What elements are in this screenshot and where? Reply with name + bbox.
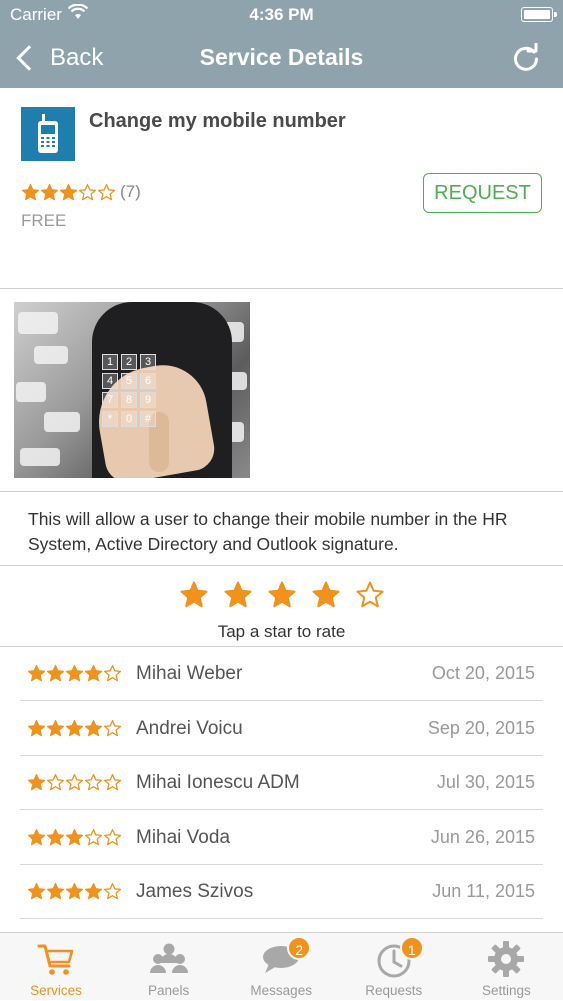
tab-bar: Services Panels Messages 2 Requests 1 Settings: [0, 932, 563, 1000]
mobile-phone-icon: [21, 107, 75, 161]
star-filled-icon: [46, 828, 65, 845]
refresh-icon: [514, 41, 538, 71]
top-bar: Carrier 4:36 PM Back Service Details: [0, 0, 563, 88]
star-empty-icon: [46, 773, 65, 791]
notification-badge: 1: [399, 936, 424, 960]
star-empty-icon: [103, 719, 122, 736]
star-empty-icon: [97, 183, 116, 200]
navigation-bar: Back Service Details: [0, 30, 563, 88]
review-stars: [27, 828, 122, 847]
review-stars: [27, 719, 122, 738]
divider: [0, 288, 563, 289]
keypad-graphic: 123 456 789 * 0 #: [102, 354, 156, 427]
review-row: Mihai Weber Oct 20, 2015: [20, 647, 543, 701]
refresh-button[interactable]: [511, 41, 541, 73]
star-empty-icon: [78, 183, 97, 200]
star-filled-icon: [46, 882, 65, 900]
reviewer-name: James Szivos: [136, 881, 254, 902]
star-empty-icon: [103, 664, 122, 682]
battery-icon: [521, 7, 557, 22]
star-empty-icon: [103, 882, 122, 900]
cart-icon: [36, 939, 76, 979]
review-stars: [27, 664, 122, 683]
star-filled-icon: [84, 719, 103, 736]
service-title: Change my mobile number: [89, 110, 346, 132]
star-filled-icon[interactable]: [311, 580, 341, 610]
price-label: FREE: [21, 211, 67, 230]
review-row: James Szivos Jun 11, 2015: [20, 865, 543, 919]
star-empty-icon: [65, 773, 84, 791]
rating-count: (7): [120, 182, 141, 201]
star-filled-icon: [46, 664, 65, 682]
reviewer-name: Mihai Weber: [136, 663, 243, 684]
star-filled-icon: [27, 719, 46, 736]
service-rating: (7): [21, 182, 141, 202]
star-empty-icon: [84, 828, 103, 845]
status-time: 4:36 PM: [249, 5, 314, 24]
tab-label: Services: [30, 983, 82, 998]
tab-label: Messages: [250, 983, 312, 998]
reviewer-name: Mihai Ionescu ADM: [136, 772, 300, 793]
star-filled-icon: [27, 882, 46, 900]
star-filled-icon: [84, 882, 103, 900]
divider: [0, 491, 563, 492]
review-date: Sep 20, 2015: [427, 717, 535, 738]
star-filled-icon: [46, 719, 65, 736]
request-button[interactable]: REQUEST: [423, 173, 542, 213]
star-filled-icon: [65, 882, 84, 900]
star-filled-icon: [27, 664, 46, 682]
people-icon: [149, 939, 189, 979]
star-filled-icon: [59, 183, 78, 200]
star-filled-icon: [27, 828, 46, 845]
tab-settings[interactable]: Settings: [450, 933, 562, 1001]
review-stars: [27, 882, 122, 901]
tab-panels[interactable]: Panels: [113, 933, 225, 1001]
reviewer-name: Mihai Voda: [136, 826, 231, 848]
tab-label: Settings: [482, 983, 531, 998]
review-row: Mihai Ionescu ADM Jul 30, 2015: [20, 756, 543, 810]
review-date: Jun 11, 2015: [432, 881, 535, 901]
rate-section: Tap a star to rate: [0, 566, 563, 646]
tab-requests[interactable]: Requests 1: [338, 933, 450, 1001]
review-row: Mihai Voda Jun 26, 2015: [20, 811, 543, 865]
reviewer-name: Andrei Voicu: [136, 717, 243, 739]
tab-label: Requests: [365, 983, 423, 998]
rate-stars[interactable]: [0, 580, 563, 610]
star-filled-icon: [27, 773, 46, 791]
gear-icon: [486, 939, 526, 979]
star-filled-icon[interactable]: [179, 580, 209, 610]
tab-label: Panels: [147, 983, 190, 998]
star-empty-icon: [84, 773, 103, 791]
star-filled-icon: [65, 664, 84, 682]
rate-hint: Tap a star to rate: [217, 622, 346, 641]
star-filled-icon: [65, 719, 84, 736]
star-filled-icon: [65, 828, 84, 845]
page-title: Service Details: [199, 44, 364, 70]
review-date: Jun 26, 2015: [430, 826, 535, 847]
star-filled-icon: [84, 664, 103, 682]
notification-badge: 2: [287, 936, 312, 960]
service-image: 123 456 789 * 0 #: [14, 302, 250, 478]
status-bar: Carrier 4:36 PM: [0, 0, 563, 30]
review-row: Andrei Voicu Sep 20, 2015: [20, 702, 543, 756]
star-filled-icon[interactable]: [267, 580, 297, 610]
service-description: This will allow a user to change their m…: [28, 509, 508, 554]
tab-messages[interactable]: Messages 2: [225, 933, 337, 1001]
tab-services[interactable]: Services: [0, 933, 112, 1001]
star-empty-icon[interactable]: [355, 580, 385, 610]
review-date: Oct 20, 2015: [431, 663, 535, 683]
star-filled-icon: [40, 183, 59, 200]
rating-stars: [21, 183, 116, 202]
star-filled-icon[interactable]: [223, 580, 253, 610]
star-filled-icon: [21, 183, 40, 200]
review-date: Jul 30, 2015: [436, 772, 535, 792]
review-stars: [27, 773, 122, 792]
star-empty-icon: [103, 773, 122, 791]
star-empty-icon: [103, 828, 122, 845]
